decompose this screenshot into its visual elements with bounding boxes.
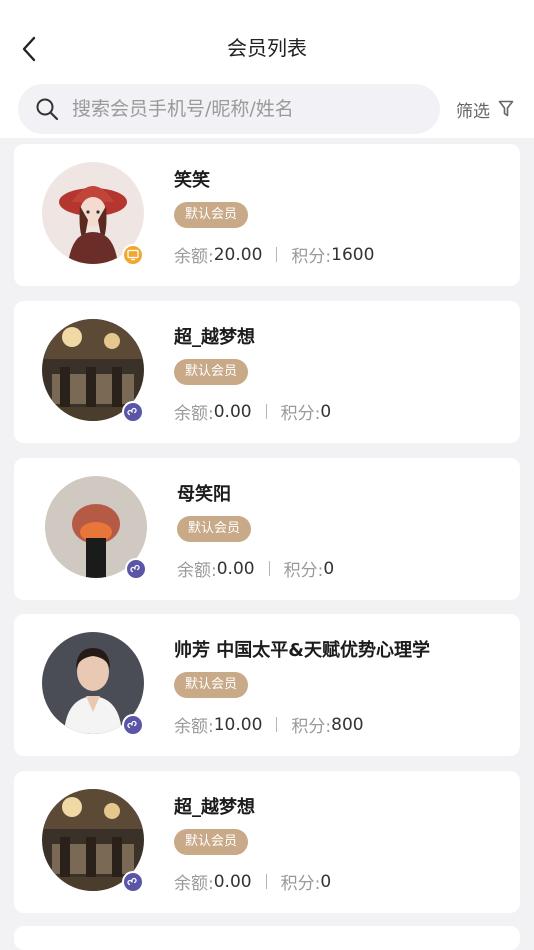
search-icon [34, 96, 60, 122]
mini-program-icon [122, 401, 144, 423]
member-name: 超_越梦想 [174, 797, 255, 818]
member-level-tag: 默认会员 [174, 829, 249, 855]
divider [268, 561, 270, 576]
member-level-tag: 默认会员 [177, 516, 252, 542]
points-value: 0 [320, 401, 332, 422]
member-name: 母笑阳 [177, 484, 231, 505]
mini-program-icon [125, 558, 147, 580]
balance-label: 余额: [174, 874, 214, 894]
avatar-wrap [45, 476, 149, 580]
search-input[interactable] [72, 98, 412, 120]
member-stats: 余额: 0.00 积分: 0 [174, 399, 332, 425]
avatar-wrap [42, 162, 146, 266]
balance-label: 余额: [174, 247, 214, 267]
balance-value: 0.00 [213, 871, 252, 892]
mini-program-icon [122, 871, 144, 893]
member-name: 超_越梦想 [174, 327, 255, 348]
filter-button[interactable]: 筛选 [456, 96, 514, 122]
points-value: 0 [323, 558, 335, 579]
balance-value: 10.00 [213, 714, 263, 735]
balance-value: 20.00 [213, 244, 263, 265]
desktop-icon [122, 244, 144, 266]
avatar-wrap [42, 319, 146, 423]
mini-program-icon [122, 714, 144, 736]
member-stats: 余额: 0.00 积分: 0 [174, 869, 332, 895]
member-card[interactable]: 超_越梦想 默认会员 余额: 0.00 积分: 0 [14, 771, 520, 913]
search-bar[interactable] [18, 84, 440, 134]
balance-value: 0.00 [213, 401, 252, 422]
member-stats: 余额: 20.00 积分: 1600 [174, 242, 375, 268]
balance-label: 余额: [174, 404, 214, 424]
divider [276, 717, 278, 732]
points-label: 积分: [291, 717, 332, 737]
points-label: 积分: [280, 404, 321, 424]
points-value: 800 [331, 714, 364, 735]
member-card[interactable]: 母笑阳 默认会员 余额: 0.00 积分: 0 [14, 458, 520, 600]
balance-label: 余额: [177, 561, 217, 581]
member-level-tag: 默认会员 [174, 672, 249, 698]
divider [265, 874, 267, 889]
avatar-wrap [42, 789, 146, 893]
balance-value: 0.00 [216, 558, 255, 579]
points-label: 积分: [291, 247, 332, 267]
member-stats: 余额: 0.00 积分: 0 [177, 556, 335, 582]
points-label: 积分: [280, 874, 321, 894]
member-level-tag: 默认会员 [174, 359, 249, 385]
member-level-tag: 默认会员 [174, 202, 249, 228]
member-stats: 余额: 10.00 积分: 800 [174, 712, 364, 738]
member-card[interactable]: 笑笑 默认会员 余额: 20.00 积分: 1600 [14, 144, 520, 286]
avatar-wrap [42, 632, 146, 736]
divider [276, 247, 278, 262]
member-card-partial[interactable] [14, 926, 520, 950]
balance-label: 余额: [174, 717, 214, 737]
filter-label: 筛选 [456, 101, 490, 122]
points-label: 积分: [283, 561, 324, 581]
divider [265, 404, 267, 419]
points-value: 1600 [331, 244, 375, 265]
member-name: 帅芳 中国太平&天赋优势心理学 [174, 640, 430, 661]
member-card[interactable]: 帅芳 中国太平&天赋优势心理学 默认会员 余额: 10.00 积分: 800 [14, 614, 520, 756]
member-name: 笑笑 [174, 170, 210, 191]
filter-funnel-icon [498, 100, 514, 118]
app-header: 会员列表 筛选 [0, 0, 534, 138]
points-value: 0 [320, 871, 332, 892]
page-title: 会员列表 [227, 36, 307, 60]
member-card[interactable]: 超_越梦想 默认会员 余额: 0.00 积分: 0 [14, 301, 520, 443]
